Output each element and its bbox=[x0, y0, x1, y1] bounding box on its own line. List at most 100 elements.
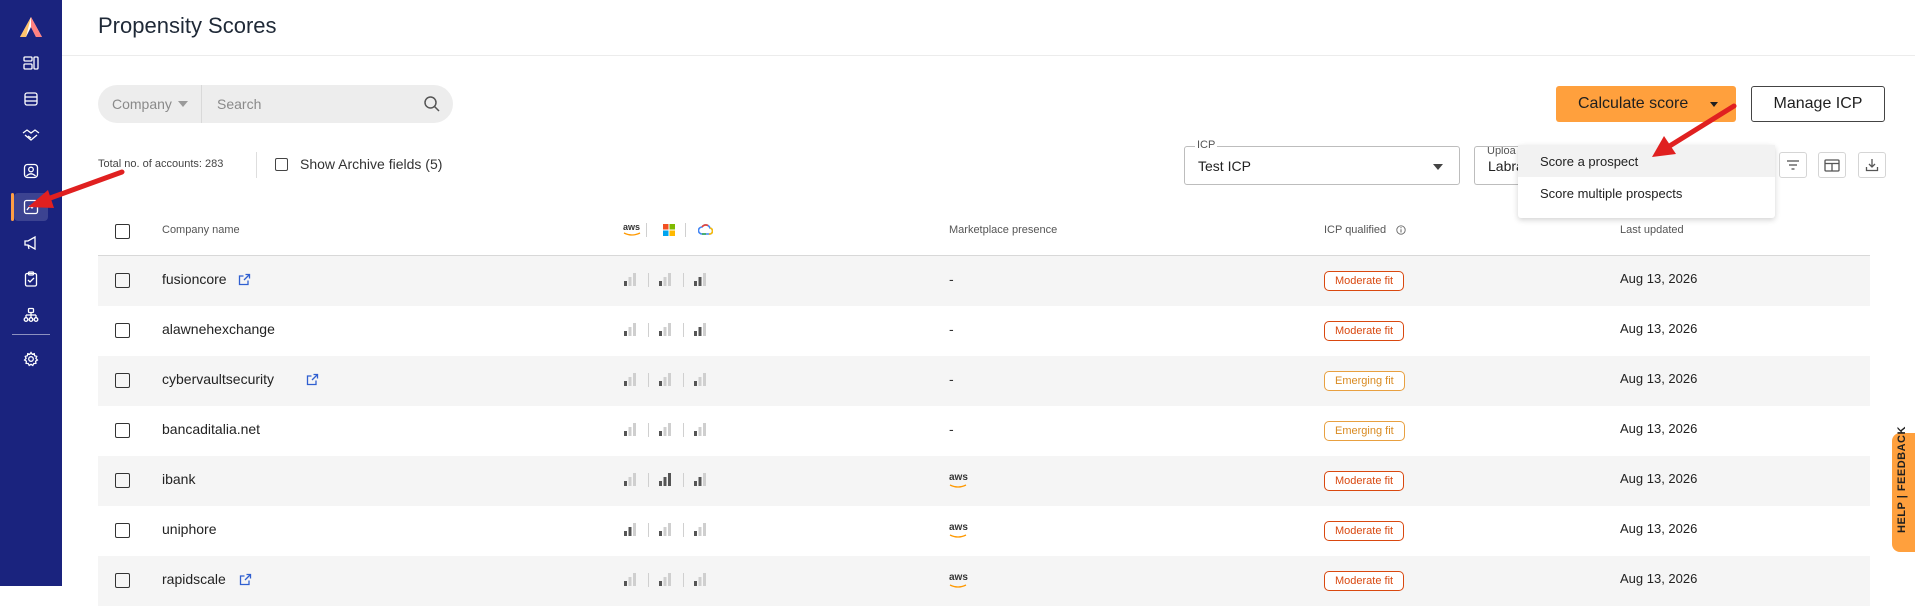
row-checkbox[interactable] bbox=[115, 373, 130, 388]
org-chart-icon[interactable] bbox=[18, 302, 44, 328]
row-checkbox[interactable] bbox=[115, 473, 130, 488]
page-title: Propensity Scores bbox=[98, 13, 277, 38]
signal-divider bbox=[648, 323, 649, 337]
aws-smile-icon bbox=[949, 484, 967, 488]
download-button[interactable] bbox=[1858, 152, 1886, 178]
aws-smile-icon bbox=[949, 584, 967, 588]
signal-strength-icon bbox=[624, 473, 636, 486]
signal-strength-icon bbox=[624, 273, 636, 286]
icp-fit-badge: Emerging fit bbox=[1324, 371, 1405, 391]
icp-fit-badge: Moderate fit bbox=[1324, 571, 1405, 591]
signal-divider bbox=[683, 273, 684, 287]
row-checkbox[interactable] bbox=[115, 523, 130, 538]
archive-fields-label: Show Archive fields (5) bbox=[300, 156, 443, 172]
column-divider bbox=[646, 223, 647, 237]
table-row[interactable]: alawnehexchange - Moderate fit Aug 13, 2026 bbox=[98, 306, 1870, 356]
signal-strength-icon bbox=[694, 573, 706, 586]
company-name[interactable]: rapidscale bbox=[162, 571, 226, 587]
table-row[interactable]: cybervaultsecurity - Emerging fit Aug 13, 2… bbox=[98, 356, 1870, 406]
caret-down-icon bbox=[1433, 164, 1443, 170]
database-icon[interactable] bbox=[18, 86, 44, 112]
table-row[interactable]: uniphore aws Moderate fit Aug 13, 2026 bbox=[98, 506, 1870, 556]
column-header-icp-qualified[interactable]: ICP qualified bbox=[1324, 224, 1386, 236]
menu-item-score-multiple[interactable]: Score multiple prospects bbox=[1518, 177, 1775, 209]
annotation-arrow-menu bbox=[1652, 103, 1737, 157]
aws-logo-icon: aws bbox=[949, 572, 968, 583]
help-feedback-tab[interactable]: HELP | FEEDBACK bbox=[1892, 426, 1915, 552]
external-link-icon[interactable] bbox=[306, 373, 319, 386]
info-icon[interactable] bbox=[1396, 225, 1406, 235]
aws-logo-icon: aws bbox=[949, 472, 968, 483]
google-cloud-logo-icon bbox=[698, 224, 713, 235]
toolbar-divider bbox=[256, 152, 257, 178]
dashboard-icon[interactable] bbox=[18, 50, 44, 76]
table-row[interactable]: bancaditalia.net - Emerging fit Aug 13, 202… bbox=[98, 406, 1870, 456]
icp-select-legend: ICP bbox=[1195, 139, 1218, 151]
signal-strength-icon bbox=[659, 573, 671, 586]
table-row[interactable]: fusioncore - Moderate fit Aug 13, 2026 bbox=[98, 256, 1870, 306]
icp-fit-badge: Moderate fit bbox=[1324, 271, 1405, 291]
sidebar-divider bbox=[12, 334, 50, 335]
archive-fields-checkbox[interactable] bbox=[275, 158, 288, 171]
table-row[interactable]: rapidscale aws Moderate fit Aug 13, 2026 bbox=[98, 556, 1870, 606]
external-link-icon[interactable] bbox=[238, 273, 251, 286]
signal-divider bbox=[648, 373, 649, 387]
signal-strength-icon bbox=[694, 323, 706, 336]
download-icon bbox=[1865, 159, 1879, 172]
company-name[interactable]: ibank bbox=[162, 471, 195, 487]
search-input[interactable]: Search bbox=[217, 96, 261, 112]
table-columns-icon bbox=[1824, 158, 1840, 172]
signal-strength-icon bbox=[694, 273, 706, 286]
last-updated-date: Aug 13, 2026 bbox=[1620, 321, 1698, 336]
marketplace-value: - bbox=[949, 421, 954, 437]
column-header-last-updated[interactable]: Last updated bbox=[1620, 224, 1684, 236]
last-updated-date: Aug 13, 2026 bbox=[1620, 421, 1698, 436]
columns-button[interactable] bbox=[1818, 152, 1846, 178]
clipboard-check-icon[interactable] bbox=[18, 266, 44, 292]
manage-icp-button[interactable]: Manage ICP bbox=[1751, 86, 1885, 122]
row-checkbox[interactable] bbox=[115, 273, 130, 288]
signal-strength-icon bbox=[624, 323, 636, 336]
row-checkbox[interactable] bbox=[115, 423, 130, 438]
company-name[interactable]: bancaditalia.net bbox=[162, 421, 260, 437]
icp-fit-badge: Moderate fit bbox=[1324, 471, 1405, 491]
app-logo[interactable] bbox=[19, 16, 43, 38]
company-filter-select[interactable]: Company bbox=[98, 85, 202, 123]
icp-select[interactable]: ICP Test ICP bbox=[1184, 139, 1460, 185]
select-all-checkbox[interactable] bbox=[115, 224, 130, 239]
signal-divider bbox=[648, 573, 649, 587]
icp-fit-badge: Moderate fit bbox=[1324, 321, 1405, 341]
annotation-arrow-sidebar bbox=[28, 169, 125, 208]
signal-divider bbox=[683, 473, 684, 487]
aws-smile-icon bbox=[623, 232, 641, 236]
icp-select-value: Test ICP bbox=[1198, 158, 1251, 174]
signal-strength-icon bbox=[659, 373, 671, 386]
column-header-company[interactable]: Company name bbox=[162, 224, 240, 236]
search-icon[interactable] bbox=[423, 95, 441, 113]
external-link-icon[interactable] bbox=[239, 573, 252, 586]
company-name[interactable]: alawnehexchange bbox=[162, 321, 275, 337]
table-row[interactable]: ibank aws Moderate fit Aug 13, 2026 bbox=[98, 456, 1870, 506]
caret-down-icon bbox=[177, 101, 188, 107]
handshake-icon[interactable] bbox=[18, 122, 44, 148]
signal-divider bbox=[648, 473, 649, 487]
row-checkbox[interactable] bbox=[115, 323, 130, 338]
signal-strength-icon bbox=[694, 523, 706, 536]
icp-fit-badge: Emerging fit bbox=[1324, 421, 1405, 441]
microsoft-logo-icon bbox=[663, 224, 675, 236]
signal-divider bbox=[683, 423, 684, 437]
megaphone-icon[interactable] bbox=[18, 230, 44, 256]
signal-divider bbox=[648, 273, 649, 287]
signal-strength-icon bbox=[659, 273, 671, 286]
company-name[interactable]: uniphore bbox=[162, 521, 217, 537]
company-name[interactable]: fusioncore bbox=[162, 271, 227, 287]
marketplace-value: - bbox=[949, 271, 954, 287]
gear-icon[interactable] bbox=[18, 346, 44, 372]
signal-divider bbox=[648, 523, 649, 537]
signal-divider bbox=[683, 523, 684, 537]
company-name[interactable]: cybervaultsecurity bbox=[162, 371, 274, 387]
signal-strength-icon bbox=[624, 423, 636, 436]
column-header-marketplace[interactable]: Marketplace presence bbox=[949, 224, 1057, 236]
filter-button[interactable] bbox=[1779, 152, 1807, 178]
signal-strength-icon bbox=[659, 423, 671, 436]
